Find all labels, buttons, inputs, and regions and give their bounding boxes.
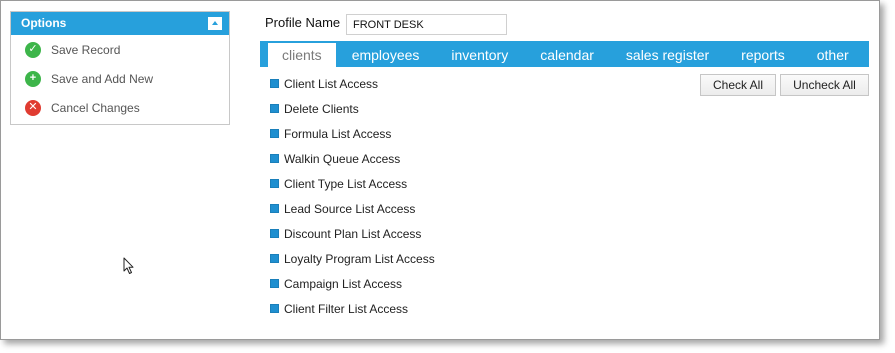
save-and-add-new-button[interactable]: + Save and Add New xyxy=(11,64,229,93)
permission-item[interactable]: Client List Access xyxy=(270,71,435,96)
cancel-changes-label: Cancel Changes xyxy=(51,100,140,115)
window: Options ✓ Save Record + Save and Add New… xyxy=(0,0,880,340)
cancel-changes-button[interactable]: ✕ Cancel Changes xyxy=(11,93,229,122)
collapse-icon[interactable] xyxy=(208,17,222,30)
checkbox[interactable] xyxy=(270,154,279,163)
tab-employees[interactable]: employees xyxy=(336,41,436,67)
checkbox[interactable] xyxy=(270,104,279,113)
permission-label: Walkin Queue Access xyxy=(284,151,401,166)
checkbox[interactable] xyxy=(270,229,279,238)
checkbox[interactable] xyxy=(270,204,279,213)
checkbox[interactable] xyxy=(270,279,279,288)
options-title: Options xyxy=(21,16,67,30)
permission-label: Client Type List Access xyxy=(284,176,408,191)
plus-icon: + xyxy=(25,70,41,87)
permission-item[interactable]: Campaign List Access xyxy=(270,271,435,296)
checkbox[interactable] xyxy=(270,179,279,188)
save-and-add-new-label: Save and Add New xyxy=(51,71,154,86)
mouse-cursor-icon xyxy=(123,257,134,274)
tab-bar: clients employees inventory calendar sal… xyxy=(260,41,869,67)
permission-list: Client List Access Delete Clients Formul… xyxy=(270,71,435,321)
tab-calendar[interactable]: calendar xyxy=(524,41,610,67)
options-panel: Options ✓ Save Record + Save and Add New… xyxy=(10,11,230,125)
permission-item[interactable]: Walkin Queue Access xyxy=(270,146,435,171)
tab-clients[interactable]: clients xyxy=(268,43,336,67)
cancel-icon: ✕ xyxy=(25,99,41,116)
permission-label: Lead Source List Access xyxy=(284,201,416,216)
checkbox[interactable] xyxy=(270,79,279,88)
permission-item[interactable]: Delete Clients xyxy=(270,96,435,121)
tab-sales-register[interactable]: sales register xyxy=(610,41,725,67)
options-header: Options xyxy=(11,12,229,35)
checkbox[interactable] xyxy=(270,254,279,263)
save-record-label: Save Record xyxy=(51,42,121,57)
tab-other[interactable]: other xyxy=(801,41,865,67)
permission-label: Client Filter List Access xyxy=(284,301,409,316)
tab-reports[interactable]: reports xyxy=(725,41,801,67)
profile-name-label: Profile Name xyxy=(265,15,341,30)
permission-item[interactable]: Formula List Access xyxy=(270,121,435,146)
permission-label: Client List Access xyxy=(284,76,379,91)
checkmark-icon: ✓ xyxy=(25,41,41,58)
profile-name-input[interactable] xyxy=(346,14,507,35)
permission-item[interactable]: Client Type List Access xyxy=(270,171,435,196)
checkbox[interactable] xyxy=(270,304,279,313)
permission-label: Discount Plan List Access xyxy=(284,226,422,241)
permission-label: Loyalty Program List Access xyxy=(284,251,435,266)
permission-item[interactable]: Lead Source List Access xyxy=(270,196,435,221)
uncheck-all-button[interactable]: Uncheck All xyxy=(780,74,869,96)
permission-item[interactable]: Client Filter List Access xyxy=(270,296,435,321)
permission-item[interactable]: Loyalty Program List Access xyxy=(270,246,435,271)
tab-inventory[interactable]: inventory xyxy=(435,41,524,67)
permission-label: Formula List Access xyxy=(284,126,392,141)
save-record-button[interactable]: ✓ Save Record xyxy=(11,35,229,64)
check-all-button[interactable]: Check All xyxy=(700,74,776,96)
permission-label: Campaign List Access xyxy=(284,276,403,291)
permission-label: Delete Clients xyxy=(284,101,359,116)
permission-item[interactable]: Discount Plan List Access xyxy=(270,221,435,246)
checkbox[interactable] xyxy=(270,129,279,138)
